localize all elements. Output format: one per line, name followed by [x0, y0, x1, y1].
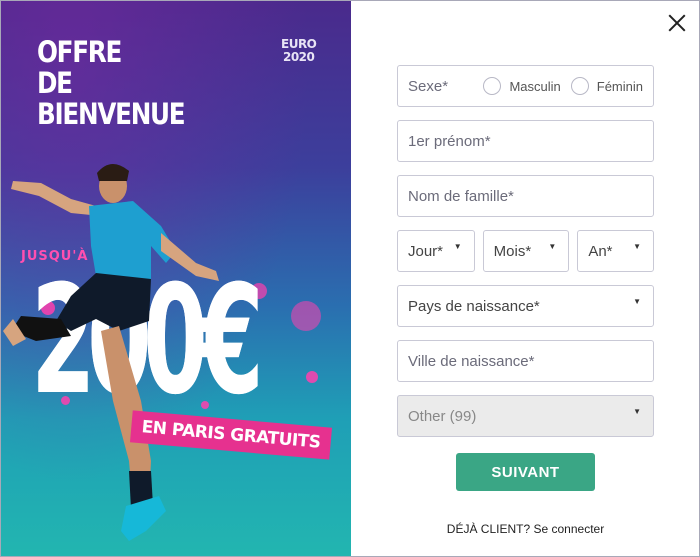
chevron-down-icon: ▼: [548, 242, 557, 251]
other-select[interactable]: Other (99) ▼: [397, 395, 654, 437]
birth-country-label: Pays de naissance*: [408, 297, 540, 315]
promo-panel: OFFRE DE BIENVENUE EURO 2020 200€ JUSQU'…: [1, 1, 351, 556]
chevron-down-icon: ▼: [453, 242, 462, 251]
month-select[interactable]: Mois* ▼: [482, 230, 570, 272]
last-name-input[interactable]: Nom de famille*: [397, 175, 654, 217]
first-name-placeholder: 1er prénom*: [408, 132, 491, 150]
signup-modal: OFFRE DE BIENVENUE EURO 2020 200€ JUSQU'…: [0, 0, 700, 557]
day-select[interactable]: Jour* ▼: [397, 230, 475, 272]
day-select-label: Jour*: [408, 242, 444, 260]
year-select[interactable]: An* ▼: [577, 230, 654, 272]
birth-country-select[interactable]: Pays de naissance* ▼: [397, 285, 654, 327]
month-select-label: Mois*: [493, 242, 532, 260]
gender-option-label: Féminin: [596, 78, 643, 94]
close-icon[interactable]: [665, 11, 689, 35]
gender-field: Sexe* Masculin Féminin: [397, 65, 654, 107]
login-link[interactable]: Se connecter: [533, 522, 604, 536]
birth-city-input[interactable]: Ville de naissance*: [397, 340, 654, 382]
birthdate-row: Jour* ▼ Mois* ▼ An* ▼: [397, 230, 654, 272]
signup-form: Sexe* Masculin Féminin 1er prénom* Nom d…: [397, 65, 654, 450]
other-select-label: Other (99): [408, 407, 477, 425]
chevron-down-icon: ▼: [633, 297, 641, 306]
gender-label: Sexe*: [408, 77, 449, 95]
radio-icon[interactable]: [570, 77, 589, 95]
chevron-down-icon: ▼: [633, 242, 641, 251]
gender-option-female[interactable]: Féminin: [570, 77, 643, 95]
football-player-image: [3, 163, 219, 541]
next-button[interactable]: SUIVANT: [456, 453, 595, 491]
year-select-label: An*: [588, 242, 613, 260]
chevron-down-icon: ▼: [633, 407, 641, 416]
radio-icon[interactable]: [483, 77, 502, 95]
gender-option-male[interactable]: Masculin: [483, 77, 561, 95]
birth-city-placeholder: Ville de naissance*: [408, 352, 535, 370]
first-name-input[interactable]: 1er prénom*: [397, 120, 654, 162]
existing-client-text: DÉJÀ CLIENT?: [446, 522, 531, 536]
gender-option-label: Masculin: [509, 78, 561, 94]
last-name-placeholder: Nom de famille*: [408, 187, 514, 205]
login-prompt: DÉJÀ CLIENT? Se connecter: [397, 522, 654, 536]
up-to-label: JUSQU'À: [21, 249, 89, 264]
